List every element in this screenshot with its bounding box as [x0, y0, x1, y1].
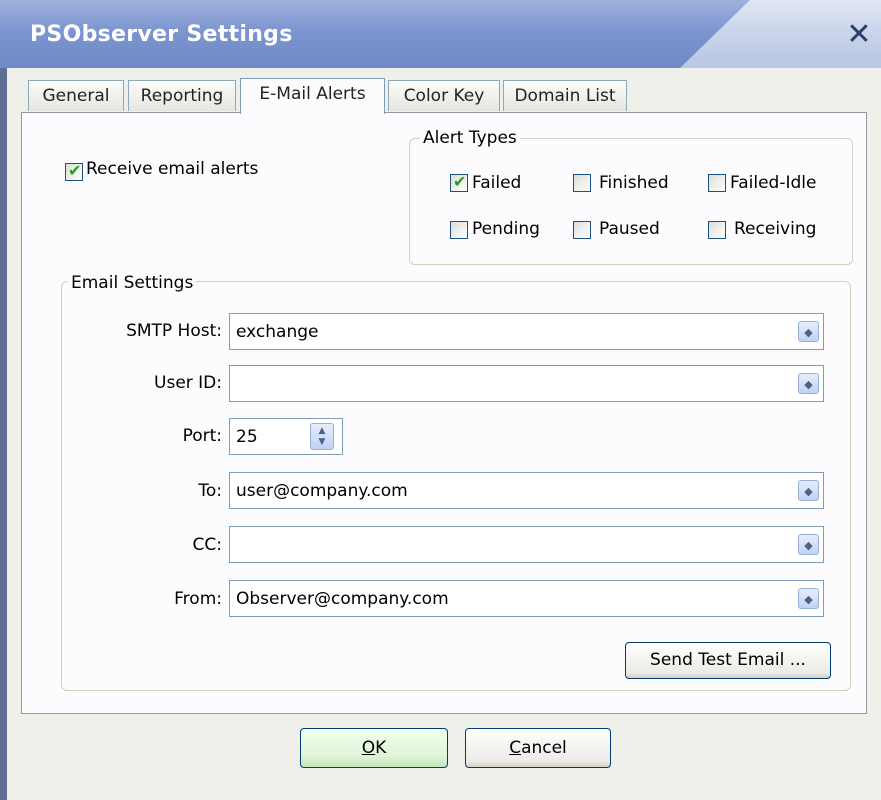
tab-reporting[interactable]: Reporting: [128, 80, 236, 111]
port-label: Port:: [182, 426, 222, 446]
finished-checkbox[interactable]: [573, 174, 591, 192]
to-label: To:: [198, 481, 222, 501]
from-input[interactable]: [236, 587, 776, 611]
tab-general[interactable]: General: [28, 80, 124, 111]
window-title: PSObserver Settings: [30, 22, 293, 47]
alert-types-title: Alert Types: [420, 128, 520, 148]
user-id-label: User ID:: [154, 373, 222, 393]
from-combo[interactable]: ◆: [229, 580, 824, 617]
title-bar: PSObserver Settings ✕: [0, 0, 881, 69]
failed-checkbox[interactable]: ✔: [450, 172, 468, 192]
paused-label: Paused: [599, 219, 660, 239]
window-left-border: [0, 68, 7, 800]
cancel-button[interactable]: Cancel: [465, 728, 611, 768]
failed-idle-checkbox[interactable]: [708, 174, 726, 192]
smtp-host-input[interactable]: [236, 320, 776, 344]
cancel-label-rest: ancel: [521, 738, 567, 758]
tab-color-key[interactable]: Color Key: [388, 80, 500, 111]
from-label: From:: [174, 589, 222, 609]
ok-button[interactable]: OK: [300, 728, 448, 768]
failed-idle-label: Failed-Idle: [730, 173, 817, 193]
tab-email-alerts[interactable]: E-Mail Alerts: [240, 78, 385, 114]
receive-alerts-checkbox[interactable]: ✔: [65, 161, 83, 181]
smtp-host-label: SMTP Host:: [126, 321, 222, 341]
spin-up-icon[interactable]: ▲: [316, 426, 328, 436]
to-combo[interactable]: ◆: [229, 472, 824, 509]
ok-mnemonic: O: [361, 738, 376, 758]
dropdown-icon[interactable]: ◆: [798, 588, 819, 609]
failed-label: Failed: [472, 173, 522, 193]
receiving-label: Receiving: [734, 219, 817, 239]
receiving-checkbox[interactable]: [708, 221, 726, 239]
smtp-host-combo[interactable]: ◆: [229, 313, 824, 350]
tab-domain-list[interactable]: Domain List: [503, 80, 627, 111]
user-id-input[interactable]: [236, 372, 776, 396]
finished-label: Finished: [599, 173, 669, 193]
pending-checkbox[interactable]: [450, 221, 468, 239]
close-button[interactable]: ✕: [842, 18, 876, 52]
dropdown-icon[interactable]: ◆: [798, 321, 819, 342]
user-id-combo[interactable]: ◆: [229, 365, 824, 402]
dropdown-icon[interactable]: ◆: [798, 534, 819, 555]
port-input[interactable]: [236, 425, 296, 449]
paused-checkbox[interactable]: [573, 221, 591, 239]
ok-label-rest: K: [375, 738, 387, 758]
spin-buttons[interactable]: ▲ ▼: [310, 423, 334, 450]
email-settings-title: Email Settings: [68, 273, 197, 293]
send-test-email-button[interactable]: Send Test Email ...: [625, 642, 831, 679]
check-icon: ✔: [68, 161, 82, 180]
cancel-mnemonic: C: [509, 738, 522, 758]
email-alerts-panel: ✔ Receive email alerts Alert Types ✔ Fai…: [21, 112, 867, 714]
port-spinner[interactable]: ▲ ▼: [229, 418, 343, 455]
dropdown-icon[interactable]: ◆: [798, 373, 819, 394]
to-input[interactable]: [236, 479, 776, 503]
cc-combo[interactable]: ◆: [229, 526, 824, 563]
spin-down-icon[interactable]: ▼: [316, 437, 328, 447]
check-icon: ✔: [453, 172, 467, 191]
cc-input[interactable]: [236, 533, 776, 557]
receive-alerts-label: Receive email alerts: [86, 159, 259, 179]
cc-label: CC:: [192, 535, 222, 555]
dropdown-icon[interactable]: ◆: [798, 480, 819, 501]
alert-types-group: [409, 138, 853, 265]
pending-label: Pending: [472, 219, 540, 239]
